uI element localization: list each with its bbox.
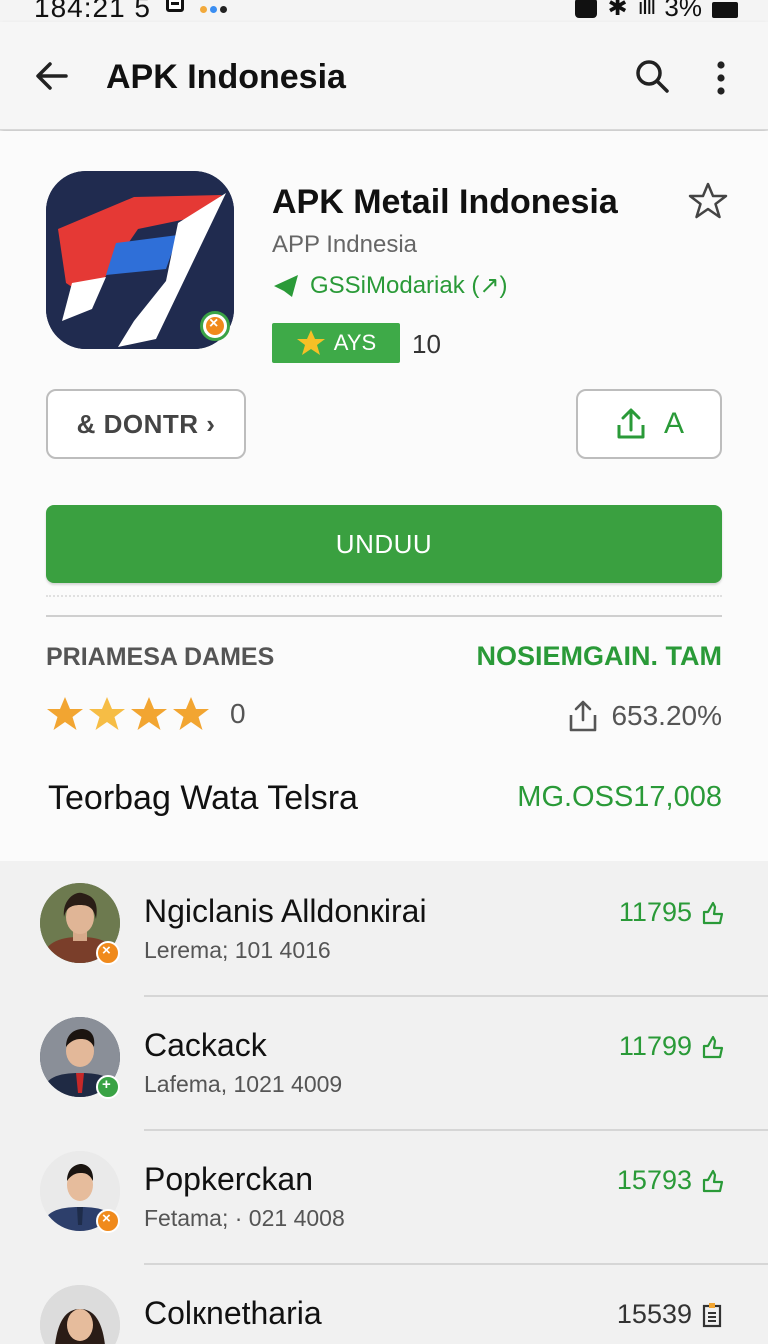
verified-badge-icon: × bbox=[200, 311, 230, 341]
download-button[interactable]: UNDUU bbox=[46, 505, 722, 583]
section-title: Teorbag Wata Telsra bbox=[48, 779, 358, 817]
list-item[interactable]: × Ngiclanis Alldonкirai Lerema; 101 4016… bbox=[0, 861, 768, 997]
review-list: × Ngiclanis Alldonкirai Lerema; 101 4016… bbox=[0, 861, 768, 1344]
reviewer-name: Ngiclanis Alldonкirai bbox=[144, 893, 427, 929]
status-badge-icon: × bbox=[96, 1209, 120, 1233]
wifi-icon: ✱ bbox=[607, 0, 628, 21]
status-badge-icon: × bbox=[96, 941, 120, 965]
like-count[interactable]: 11795 bbox=[619, 897, 724, 928]
share-stat: 653.20% bbox=[567, 699, 722, 733]
app-name: APK Metail Indonesia bbox=[272, 183, 618, 221]
stats-left-label: PRIAMESA DAMES bbox=[46, 643, 275, 671]
signal-icon: ıIll bbox=[637, 0, 657, 20]
share-icon bbox=[570, 700, 597, 732]
app-bar: APK Indonesia bbox=[0, 22, 768, 130]
reviewer-name: Cackack bbox=[144, 1027, 267, 1063]
list-item[interactable]: Colкnetharia 15539 bbox=[0, 1263, 768, 1344]
alarm-icon bbox=[575, 0, 598, 18]
star-icon bbox=[47, 697, 83, 730]
thumb-up-icon bbox=[702, 1169, 724, 1192]
star-icon bbox=[131, 697, 167, 730]
more-vert-icon[interactable] bbox=[708, 58, 734, 98]
like-count-value: 15539 bbox=[616, 1299, 692, 1329]
stats-right-link[interactable]: NOSIEMGAIN. TAM bbox=[477, 641, 723, 672]
reviewer-name: Popkerckan bbox=[144, 1161, 313, 1197]
battery-icon bbox=[712, 1, 738, 18]
share-button[interactable]: A bbox=[576, 389, 722, 459]
rating-pill-label: AYS bbox=[333, 330, 377, 355]
publisher-badge[interactable]: GSSiModariak (↗) bbox=[272, 271, 507, 300]
like-count-value: 11795 bbox=[618, 897, 692, 927]
rating-pill: AYS bbox=[272, 323, 400, 363]
download-button-label: UNDUU bbox=[335, 528, 433, 559]
search-icon[interactable] bbox=[632, 56, 672, 96]
divider bbox=[46, 615, 722, 617]
reviewer-name: Colкnetharia bbox=[144, 1295, 322, 1331]
publisher-label: GSSiModariak (↗) bbox=[310, 272, 508, 299]
rating-count: 10 bbox=[412, 329, 441, 359]
share-stat-value: 653.20% bbox=[611, 700, 722, 731]
status-right: ✱ ıIll 3% bbox=[575, 0, 738, 23]
like-count-value: 15793 bbox=[616, 1165, 692, 1195]
star-icon bbox=[89, 697, 125, 730]
back-arrow-icon[interactable] bbox=[32, 56, 72, 96]
app-detail: × APK Metail Indonesia APP Indnesia GSSi… bbox=[0, 131, 768, 861]
divider bbox=[46, 595, 722, 597]
stars-count: 0 bbox=[230, 698, 246, 729]
status-badge-icon: + bbox=[96, 1075, 120, 1099]
thumb-up-icon bbox=[702, 1035, 724, 1058]
status-time: 184:21 5 bbox=[34, 0, 151, 23]
section-value[interactable]: MG.OSS17,008 bbox=[517, 781, 722, 814]
thumb-up-icon bbox=[702, 901, 724, 924]
battery-percent: 3% bbox=[664, 0, 702, 22]
star-rating: 0 bbox=[46, 695, 246, 733]
favorite-star-icon[interactable] bbox=[688, 181, 728, 221]
avatar bbox=[40, 1285, 120, 1344]
app-bar-title: APK Indonesia bbox=[106, 58, 346, 96]
donate-button-label: & DONTR › bbox=[76, 408, 216, 439]
review-meta: Lerema; 101 4016 bbox=[144, 937, 331, 963]
review-meta: Lafema, 1021 4009 bbox=[144, 1071, 343, 1097]
review-meta: Fetama; · 021 4008 bbox=[144, 1205, 345, 1231]
list-item[interactable]: + Cackack Lafema, 1021 4009 11799 bbox=[0, 995, 768, 1131]
developer-name[interactable]: APP Indnesia bbox=[272, 231, 417, 259]
notification-icon bbox=[166, 0, 184, 12]
list-item[interactable]: × Popkerckan Fetama; · 021 4008 15793 bbox=[0, 1129, 768, 1265]
document-icon bbox=[702, 1302, 722, 1327]
like-count-value: 11799 bbox=[618, 1031, 692, 1061]
star-icon bbox=[296, 330, 325, 355]
share-button-label: A bbox=[663, 407, 684, 440]
status-bar: 184:21 5 ✱ ıIll 3% bbox=[0, 0, 768, 23]
donate-button[interactable]: & DONTR › bbox=[46, 389, 246, 459]
like-count[interactable]: 15539 bbox=[617, 1299, 724, 1330]
notification-dots bbox=[200, 0, 230, 18]
share-icon bbox=[617, 408, 645, 439]
tag-icon bbox=[274, 274, 298, 297]
like-count[interactable]: 15793 bbox=[617, 1165, 724, 1196]
like-count[interactable]: 11799 bbox=[619, 1031, 724, 1062]
star-icon bbox=[173, 697, 209, 730]
